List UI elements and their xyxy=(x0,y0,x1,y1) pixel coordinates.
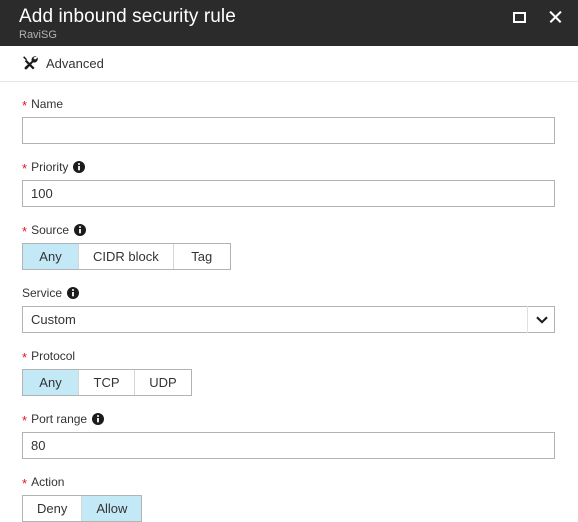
protocol-label: * Protocol xyxy=(22,347,556,365)
service-select[interactable]: Custom xyxy=(22,306,555,333)
source-toggle-group: Any CIDR block Tag xyxy=(22,243,231,270)
name-label-text: Name xyxy=(31,96,64,111)
source-option-cidr-block[interactable]: CIDR block xyxy=(79,244,174,269)
name-input[interactable] xyxy=(22,117,555,144)
priority-label-text: Priority xyxy=(31,159,69,174)
port-range-label: * Port range xyxy=(22,410,556,427)
info-icon[interactable] xyxy=(67,286,80,299)
service-select-value[interactable]: Custom xyxy=(22,306,555,333)
field-port-range: * Port range xyxy=(22,410,556,459)
source-label-text: Source xyxy=(31,222,70,237)
page-subtitle: RaviSG xyxy=(19,29,57,41)
close-icon xyxy=(548,10,562,24)
service-label: Service xyxy=(22,284,556,301)
required-indicator: * xyxy=(22,224,28,239)
security-rule-form: * Name * Priority * Source xyxy=(0,82,578,522)
field-service: Service Custom xyxy=(22,284,556,333)
field-source: * Source Any CIDR block Tag xyxy=(22,221,556,270)
priority-input[interactable] xyxy=(22,180,555,207)
required-indicator: * xyxy=(22,161,28,176)
required-indicator: * xyxy=(22,476,28,491)
maximize-button[interactable] xyxy=(508,6,530,28)
tools-icon xyxy=(22,55,39,72)
action-option-allow[interactable]: Allow xyxy=(82,496,142,521)
priority-label: * Priority xyxy=(22,158,556,175)
info-icon[interactable] xyxy=(73,160,86,173)
close-button[interactable] xyxy=(544,6,566,28)
chevron-down-icon[interactable] xyxy=(527,306,555,333)
window-controls xyxy=(508,6,566,28)
advanced-button[interactable]: Advanced xyxy=(18,52,108,75)
protocol-option-any[interactable]: Any xyxy=(23,370,79,395)
maximize-icon xyxy=(512,11,526,23)
field-name: * Name xyxy=(22,95,556,144)
command-bar: Advanced xyxy=(0,46,578,82)
titlebar: Add inbound security rule RaviSG xyxy=(0,0,578,46)
source-option-tag[interactable]: Tag xyxy=(173,244,230,269)
required-indicator: * xyxy=(22,98,28,113)
required-indicator: * xyxy=(22,350,28,365)
source-option-any[interactable]: Any xyxy=(23,244,79,269)
page-title: Add inbound security rule xyxy=(19,6,236,27)
field-priority: * Priority xyxy=(22,158,556,207)
field-protocol: * Protocol Any TCP UDP xyxy=(22,347,556,396)
name-label: * Name xyxy=(22,95,556,113)
port-range-input[interactable] xyxy=(22,432,555,459)
info-icon[interactable] xyxy=(74,223,87,236)
required-indicator: * xyxy=(22,413,28,428)
info-icon[interactable] xyxy=(92,412,105,425)
service-label-text: Service xyxy=(22,285,63,300)
port-range-label-text: Port range xyxy=(31,411,88,426)
source-label: * Source xyxy=(22,221,556,238)
action-option-deny[interactable]: Deny xyxy=(23,496,83,521)
field-action: * Action Deny Allow xyxy=(22,473,556,522)
advanced-label: Advanced xyxy=(46,56,104,71)
action-label: * Action xyxy=(22,473,556,491)
protocol-label-text: Protocol xyxy=(31,348,76,363)
protocol-option-udp[interactable]: UDP xyxy=(135,370,191,395)
protocol-toggle-group: Any TCP UDP xyxy=(22,369,192,396)
protocol-option-tcp[interactable]: TCP xyxy=(79,370,135,395)
action-label-text: Action xyxy=(31,474,65,489)
action-toggle-group: Deny Allow xyxy=(22,495,143,522)
